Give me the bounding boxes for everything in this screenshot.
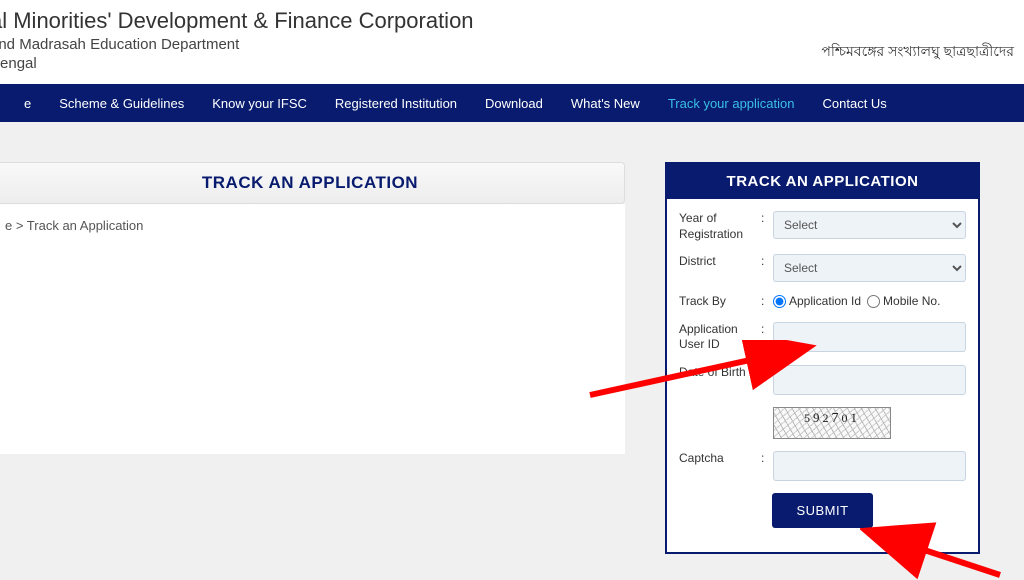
radio-mobile[interactable]: Mobile No. [867,294,940,308]
org-title: al Minorities' Development & Finance Cor… [0,8,1024,34]
nav-download[interactable]: Download [471,96,557,111]
dob-input[interactable] [773,365,966,395]
year-select[interactable]: Select [773,211,966,239]
radio-mobile-input[interactable] [867,295,880,308]
nav-contact[interactable]: Contact Us [809,96,901,111]
track-form-panel: TRACK AN APPLICATION Year of Registratio… [665,162,980,554]
main-nav: e Scheme & Guidelines Know your IFSC Reg… [0,84,1024,122]
nav-scheme[interactable]: Scheme & Guidelines [45,96,198,111]
appid-input[interactable] [773,322,966,352]
dob-label: Date of Birth [679,365,761,381]
breadcrumb: e > Track an Application [0,204,625,454]
bengali-tagline: পশ্চিমবঙ্গের সংখ্যালঘু ছাত্রছাত্রীদের [821,40,1014,64]
nav-home[interactable]: e [10,96,45,111]
nav-track[interactable]: Track your application [654,96,809,111]
left-panel: TRACK AN APPLICATION e > Track an Applic… [0,162,625,554]
page-header: al Minorities' Development & Finance Cor… [0,0,1024,84]
nav-institution[interactable]: Registered Institution [321,96,471,111]
submit-button[interactable]: SUBMIT [772,493,872,528]
appid-label: Application User ID [679,322,761,353]
form-title: TRACK AN APPLICATION [667,164,978,199]
left-panel-title: TRACK AN APPLICATION [0,162,625,204]
year-label: Year of Registration [679,211,761,242]
nav-whatsnew[interactable]: What's New [557,96,654,111]
radio-appid-input[interactable] [773,295,786,308]
trackby-label: Track By [679,294,761,310]
content-area: TRACK AN APPLICATION e > Track an Applic… [0,122,1024,554]
captcha-label: Captcha [679,451,761,467]
district-label: District [679,254,761,270]
nav-ifsc[interactable]: Know your IFSC [198,96,321,111]
captcha-image: 592701 [773,407,891,439]
radio-appid[interactable]: Application Id [773,294,861,308]
captcha-input[interactable] [773,451,966,481]
district-select[interactable]: Select [773,254,966,282]
